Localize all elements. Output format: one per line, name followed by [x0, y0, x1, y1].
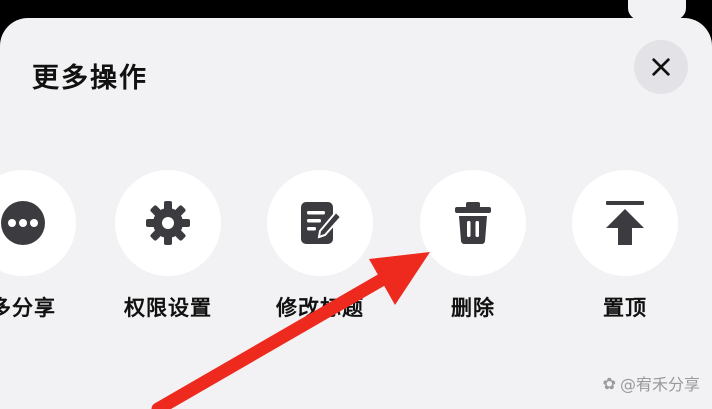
edit-document-icon: [301, 202, 343, 244]
action-label: 多分享: [0, 296, 56, 320]
action-icon-circle: [572, 170, 678, 276]
close-button[interactable]: [634, 40, 688, 94]
action-icon-circle: [420, 170, 526, 276]
action-label: 删除: [451, 296, 495, 320]
action-label: 置顶: [603, 296, 647, 320]
action-label: 修改标题: [276, 296, 364, 320]
pin-top-icon: [606, 201, 644, 245]
more-dots-icon: [1, 201, 45, 245]
top-handle: [628, 0, 686, 20]
more-actions-sheet: 更多操作 多分享 权限设置 修改标题 删除 置顶: [0, 18, 712, 409]
action-pin-top[interactable]: 置顶: [565, 170, 685, 322]
watermark: ✿ @宥禾分享: [603, 371, 700, 395]
action-icon-circle: [115, 170, 221, 276]
watermark-logo-icon: ✿: [602, 373, 616, 393]
action-permission-settings[interactable]: 权限设置: [108, 170, 228, 322]
action-label: 权限设置: [124, 296, 212, 320]
trash-icon: [455, 202, 491, 244]
watermark-text: @宥禾分享: [619, 375, 700, 394]
close-icon: [652, 58, 670, 76]
action-edit-title[interactable]: 修改标题: [260, 170, 380, 322]
action-icon-circle: [267, 170, 373, 276]
action-icon-circle: [0, 170, 76, 276]
gear-icon: [146, 201, 190, 245]
sheet-title: 更多操作: [32, 63, 148, 94]
action-delete[interactable]: 删除: [413, 170, 533, 322]
action-more-share[interactable]: 多分享: [0, 170, 83, 322]
